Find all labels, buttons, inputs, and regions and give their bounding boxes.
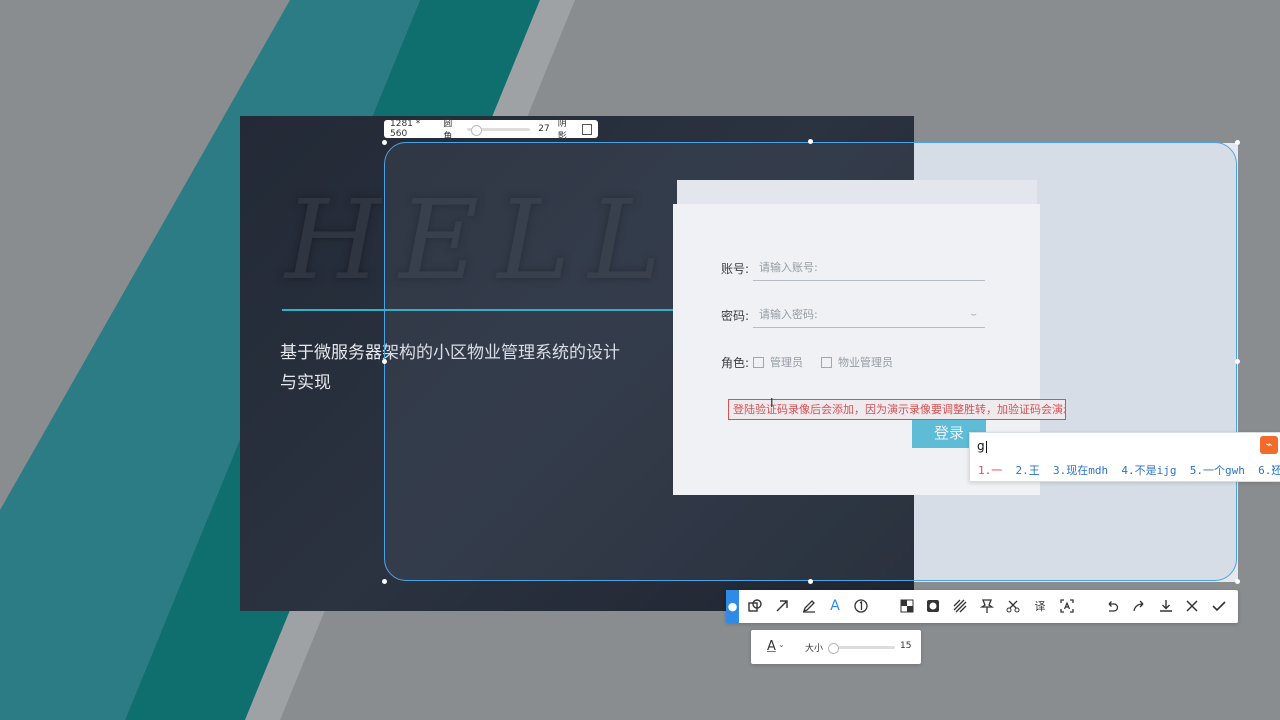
chevron-down-icon[interactable]: ⌄ [778,640,785,649]
undo-icon[interactable] [1102,596,1122,616]
size-value: 15 [900,641,912,651]
selection-info-bar: 1281 * 560 圆角 27 阴影 [384,119,598,142]
radius-value: 27 [538,124,550,134]
size-label: 大小 [805,644,824,654]
resize-handle[interactable] [1235,359,1240,364]
ime-candidate[interactable]: 1.一 [978,464,1002,477]
radius-slider[interactable] [467,124,531,136]
ime-input-text: g [977,439,985,453]
shadow-label: 阴影 [557,119,567,142]
hatch-icon[interactable] [950,596,970,616]
ime-candidate[interactable]: 2.王 [1016,464,1040,477]
redo-icon[interactable] [1129,596,1149,616]
selection-size: 1281 * 560 [390,119,421,139]
close-icon[interactable] [1182,596,1202,616]
resize-handle[interactable] [1235,140,1240,145]
font-color-icon[interactable]: A [767,639,776,654]
ime-candidate[interactable]: 5.一个gwh [1190,464,1245,477]
shadow-checkbox[interactable] [581,123,592,135]
size-slider[interactable] [828,643,895,654]
pin-toolbar-icon[interactable]: ● [726,590,739,623]
ime-logo-icon[interactable]: ⌁ [1260,436,1278,454]
resize-handle[interactable] [808,139,813,144]
radius-label: 圆角 [443,119,453,142]
resize-handle[interactable] [382,359,387,364]
blur-icon[interactable] [923,596,943,616]
ime-candidate-window: g ⌁ 1.一 2.王 3.现在mdh 4.不是ijg 5.一个gwh 6.还是… [969,432,1280,482]
pen-icon[interactable] [799,596,819,616]
resize-handle[interactable] [382,579,387,584]
number-icon[interactable] [851,596,871,616]
slider-knob[interactable] [828,643,839,654]
resize-handle[interactable] [808,579,813,584]
ocr-icon[interactable] [1057,596,1077,616]
mosaic-icon[interactable] [897,596,917,616]
chevron-right-icon[interactable]: › [1271,461,1276,475]
resize-handle[interactable] [382,140,387,145]
ime-candidate[interactable]: 4.不是ijg [1121,464,1176,477]
shape-icon[interactable] [745,596,765,616]
text-icon[interactable]: A [825,596,845,616]
cut-icon[interactable] [1003,596,1023,616]
resize-handle[interactable] [1235,579,1240,584]
download-icon[interactable] [1156,596,1176,616]
ime-candidates[interactable]: 1.一 2.王 3.现在mdh 4.不是ijg 5.一个gwh 6.还是ijg [978,462,1280,478]
ime-candidate[interactable]: 3.现在mdh [1053,464,1108,477]
translate-icon[interactable]: 译 [1030,596,1050,616]
pin-icon[interactable] [977,596,997,616]
text-options-bar: A ⌄ 大小 15 [751,630,921,664]
confirm-icon[interactable] [1209,596,1229,616]
slider-knob[interactable] [471,124,483,136]
capture-selection[interactable] [384,142,1237,581]
ime-candidate[interactable]: 6.还是ijg [1258,464,1280,477]
ime-composition: g [977,439,987,453]
arrow-icon[interactable] [772,596,792,616]
annotation-toolbar: ● A 译 [726,590,1238,623]
